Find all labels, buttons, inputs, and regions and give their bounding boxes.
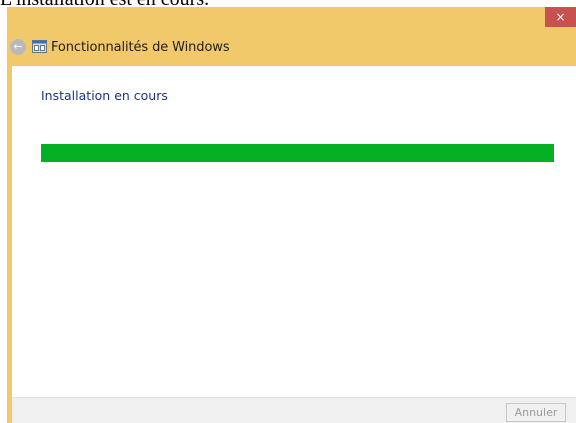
content-area: Installation en cours [12,66,576,397]
status-heading: Installation en cours [41,88,168,103]
footer-bar: Annuler [12,397,576,423]
close-icon: × [555,10,566,24]
window-title: Fonctionnalités de Windows [51,40,230,55]
windows-features-icon [32,40,47,53]
cancel-button[interactable]: Annuler [506,403,566,422]
close-button[interactable]: × [545,7,576,27]
back-button[interactable]: ← [10,39,26,55]
dialog-window: × ← Fonctionnalités de Windows Installat… [7,7,576,423]
progress-fill [41,144,554,162]
progress-bar [41,144,554,162]
title-bar: ← Fonctionnalités de Windows [7,29,576,67]
back-arrow-icon: ← [13,40,23,53]
